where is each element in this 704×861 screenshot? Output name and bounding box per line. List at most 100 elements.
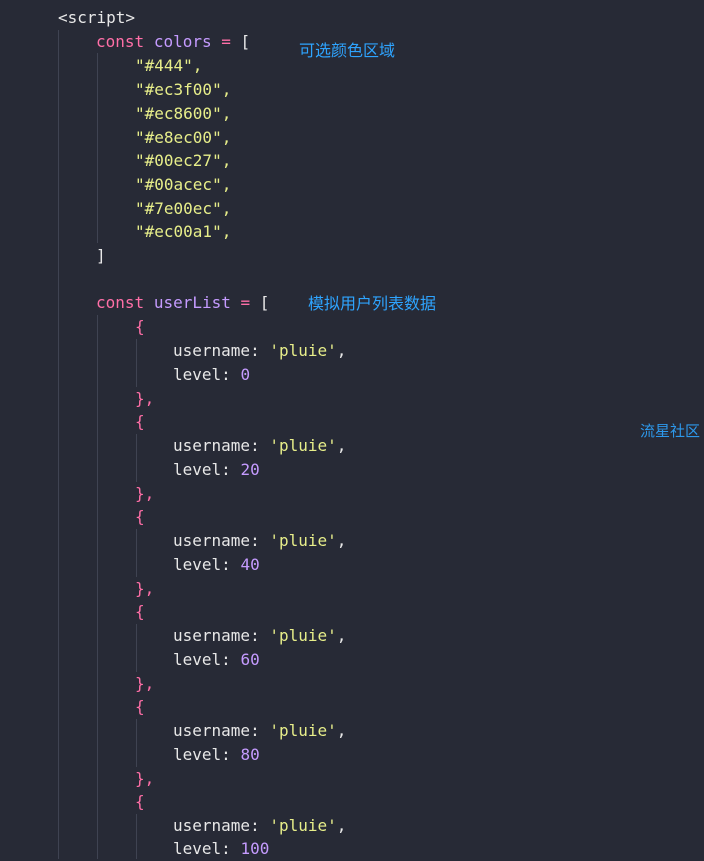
color-string: "#ec8600", xyxy=(135,104,232,123)
const-keyword: const xyxy=(96,293,145,312)
level-value: 20 xyxy=(240,460,260,479)
code-line[interactable]: "#ec8600", xyxy=(0,102,231,126)
close-bracket: ] xyxy=(96,246,106,265)
username-value: 'pluie' xyxy=(269,436,337,455)
code-line[interactable]: { xyxy=(0,505,145,529)
colon: : xyxy=(221,839,231,858)
colon: : xyxy=(221,745,231,764)
close-brace: }, xyxy=(135,769,155,788)
code-line[interactable]: }, xyxy=(0,767,154,791)
close-brace: }, xyxy=(135,484,155,503)
code-line[interactable]: }, xyxy=(0,577,154,601)
colon: : xyxy=(250,721,260,740)
close-brace: }, xyxy=(135,674,155,693)
username-key: username xyxy=(173,626,251,645)
username-value: 'pluie' xyxy=(269,531,337,550)
username-key: username xyxy=(173,721,251,740)
open-brace: { xyxy=(135,317,145,336)
code-line[interactable]: username: 'pluie', xyxy=(0,624,346,648)
code-line[interactable]: ] xyxy=(0,244,106,268)
open-brace: { xyxy=(135,792,145,811)
level-key: level xyxy=(173,745,222,764)
code-line[interactable]: }, xyxy=(0,482,154,506)
code-line[interactable]: username: 'pluie', xyxy=(0,719,346,743)
code-line[interactable]: { xyxy=(0,695,145,719)
colon: : xyxy=(250,816,260,835)
code-line[interactable]: "#00ec27", xyxy=(0,149,231,173)
username-key: username xyxy=(173,436,251,455)
code-line[interactable]: const userList = [ xyxy=(0,291,269,315)
comma: , xyxy=(336,531,347,550)
code-line[interactable]: { xyxy=(0,410,145,434)
open-brace: { xyxy=(135,412,145,431)
colon: : xyxy=(221,555,231,574)
level-key: level xyxy=(173,365,222,384)
code-line[interactable]: level: 20 xyxy=(0,458,260,482)
code-line[interactable]: { xyxy=(0,600,145,624)
colon: : xyxy=(250,436,260,455)
comma: , xyxy=(336,436,347,455)
color-string: "#ec3f00", xyxy=(135,80,232,99)
username-key: username xyxy=(173,341,251,360)
code-line[interactable]: level: 60 xyxy=(0,648,260,672)
username-value: 'pluie' xyxy=(269,341,337,360)
open-brace: { xyxy=(135,697,145,716)
code-line[interactable]: "#00acec", xyxy=(0,173,231,197)
code-line[interactable]: "#e8ec00", xyxy=(0,126,231,150)
code-line[interactable]: { xyxy=(0,315,145,339)
code-editor[interactable]: <script> const colors = [ "#444", "#ec3f… xyxy=(0,0,704,859)
comma: , xyxy=(336,626,347,645)
code-line[interactable]: const colors = [ xyxy=(0,30,250,54)
watermark: 流星社区 xyxy=(640,422,701,440)
code-line[interactable]: <script> xyxy=(0,6,135,30)
code-line[interactable]: }, xyxy=(0,387,154,411)
code-line[interactable]: level: 0 xyxy=(0,363,250,387)
variable-colors: colors xyxy=(153,32,212,51)
comma: , xyxy=(336,816,347,835)
username-value: 'pluie' xyxy=(269,626,337,645)
level-key: level xyxy=(173,555,222,574)
level-value: 80 xyxy=(240,745,260,764)
close-brace: }, xyxy=(135,579,155,598)
level-value: 40 xyxy=(240,555,260,574)
code-line[interactable]: username: 'pluie', xyxy=(0,814,346,838)
colon: : xyxy=(250,626,260,645)
code-line[interactable]: "#ec00a1", xyxy=(0,220,231,244)
username-value: 'pluie' xyxy=(269,816,337,835)
open-bracket: [ xyxy=(259,293,270,312)
level-key: level xyxy=(173,839,222,858)
color-string: "#00acec", xyxy=(135,175,232,194)
level-key: level xyxy=(173,650,222,669)
userlist-annotation: 模拟用户列表数据 xyxy=(308,294,437,313)
comma: , xyxy=(336,721,347,740)
assign-operator: = xyxy=(240,293,251,312)
code-line[interactable]: { xyxy=(0,790,145,814)
level-value: 100 xyxy=(240,839,270,858)
code-line[interactable]: level: 40 xyxy=(0,553,260,577)
script-tag: <script> xyxy=(58,8,136,27)
code-line[interactable]: "#444", xyxy=(0,54,202,78)
code-line[interactable]: level: 80 xyxy=(0,743,260,767)
code-line[interactable]: "#ec3f00", xyxy=(0,78,231,102)
level-value: 60 xyxy=(240,650,260,669)
color-string: "#ec00a1", xyxy=(135,222,232,241)
code-line[interactable]: username: 'pluie', xyxy=(0,434,346,458)
level-key: level xyxy=(173,460,222,479)
code-line[interactable]: username: 'pluie', xyxy=(0,529,346,553)
variable-userlist: userList xyxy=(153,293,231,312)
code-line[interactable]: level: 100 xyxy=(0,837,269,861)
color-string: "#444", xyxy=(135,56,203,75)
color-string: "#7e00ec", xyxy=(135,199,232,218)
username-value: 'pluie' xyxy=(269,721,337,740)
color-string: "#00ec27", xyxy=(135,151,232,170)
open-bracket: [ xyxy=(240,32,251,51)
const-keyword: const xyxy=(96,32,145,51)
code-line[interactable]: username: 'pluie', xyxy=(0,339,346,363)
color-string: "#e8ec00", xyxy=(135,128,232,147)
open-brace: { xyxy=(135,507,145,526)
code-line[interactable]: "#7e00ec", xyxy=(0,197,231,221)
username-key: username xyxy=(173,816,251,835)
colon: : xyxy=(250,341,260,360)
assign-operator: = xyxy=(221,32,231,51)
code-line[interactable]: }, xyxy=(0,672,154,696)
